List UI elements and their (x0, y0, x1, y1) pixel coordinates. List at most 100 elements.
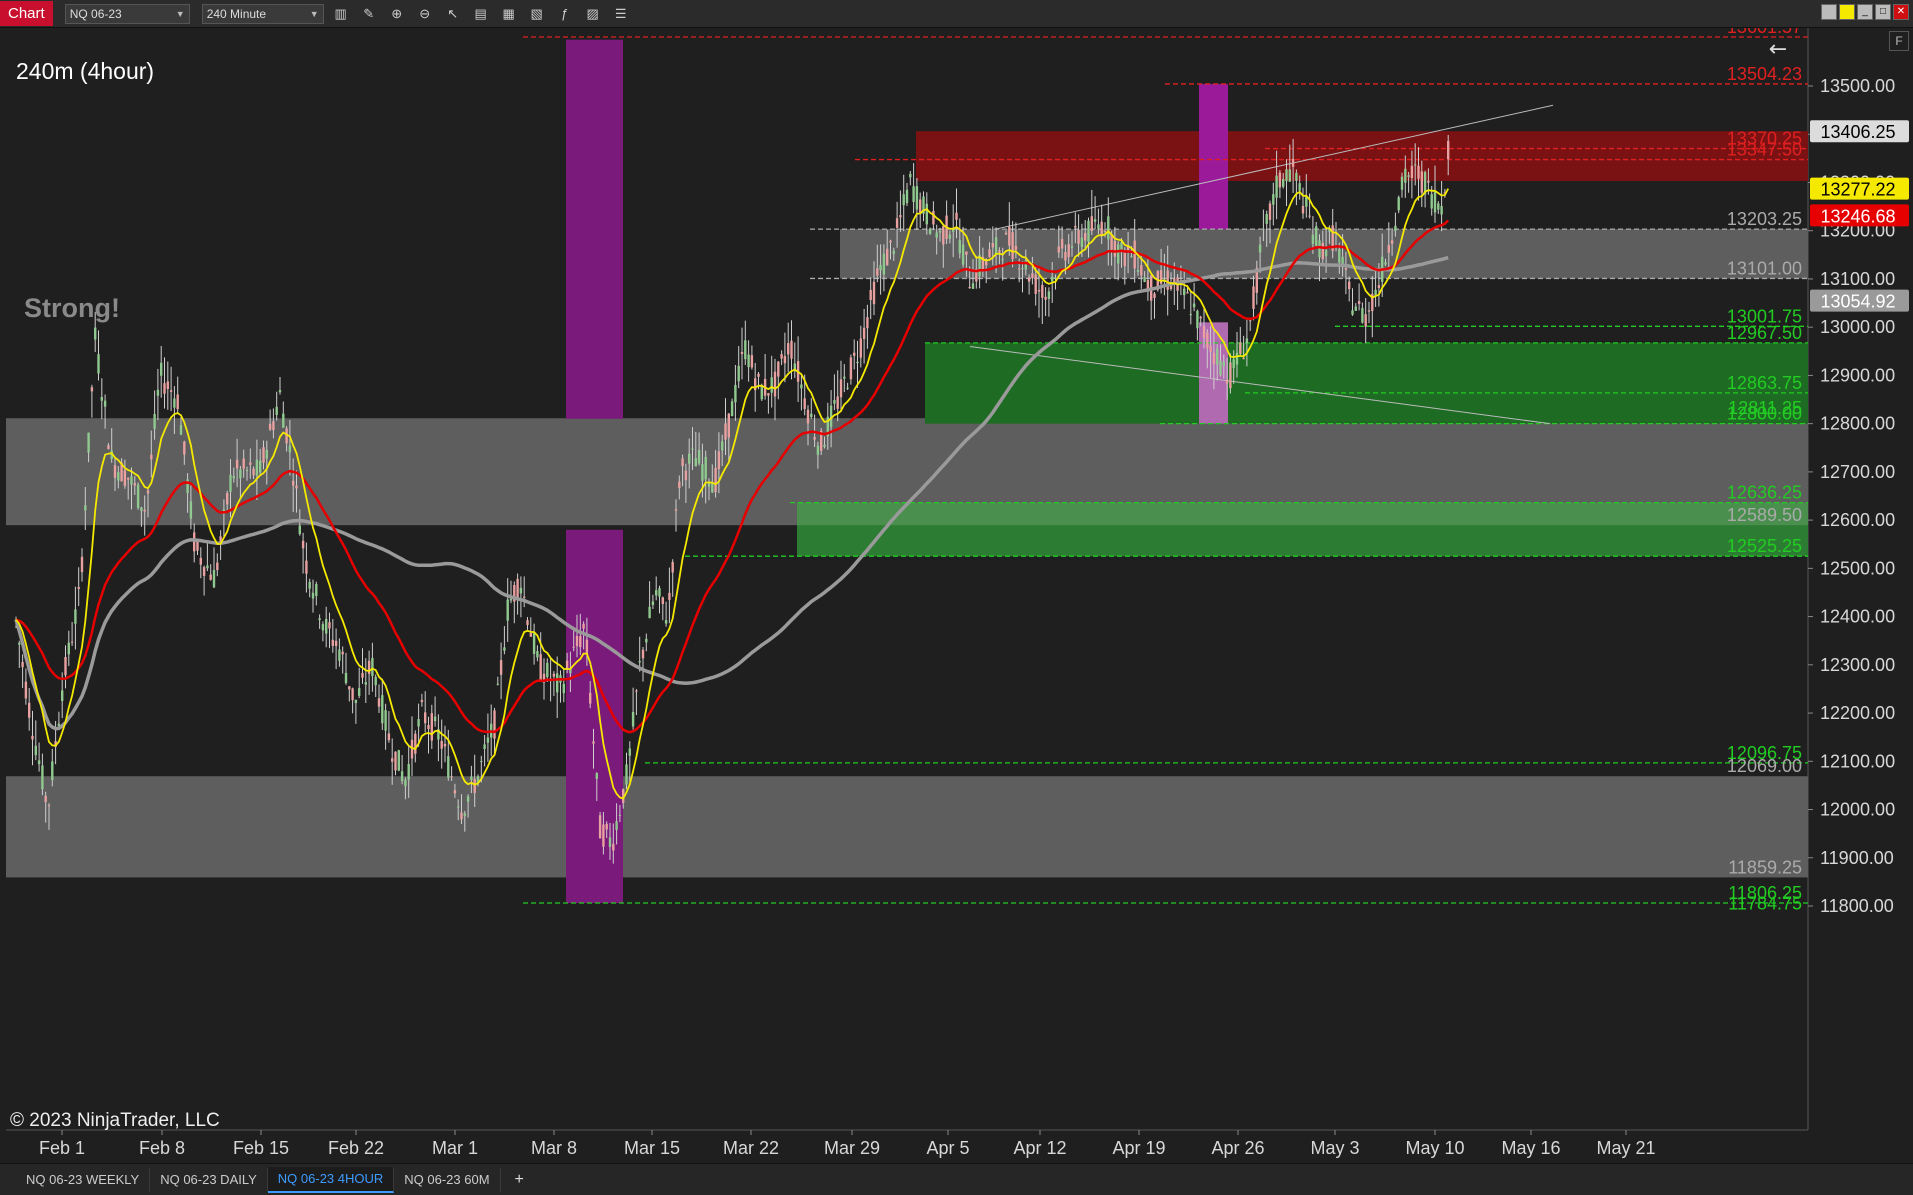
add-tab-button[interactable]: + (505, 1168, 534, 1192)
color-link-icon[interactable] (1839, 4, 1855, 20)
level-label: 12967.50 (1727, 323, 1802, 343)
candle-body (1060, 238, 1064, 249)
candle-body (532, 633, 536, 654)
candle-body (919, 199, 922, 213)
candle-body (374, 676, 377, 686)
candle-body (74, 609, 77, 624)
candle-body (315, 584, 318, 597)
candle-body (582, 623, 585, 629)
candle-body (1097, 224, 1100, 229)
y-tick-label: 11900.00 (1820, 848, 1894, 868)
candle-body (259, 460, 262, 473)
minimize-icon[interactable]: _ (1857, 4, 1873, 20)
price-chart[interactable]: 13500.0013400.0013300.0013200.0013100.00… (0, 28, 1913, 1163)
candle-body (292, 480, 295, 486)
candle-body (730, 401, 734, 417)
candle-body (1117, 244, 1120, 264)
candle-body (127, 477, 130, 480)
candle-body (608, 837, 612, 847)
candle-body (24, 681, 28, 699)
candle-body (1245, 338, 1249, 344)
candle-body (704, 456, 707, 480)
candle-body (173, 398, 176, 408)
candle-body (678, 481, 681, 489)
candle-body (31, 735, 34, 740)
y-tick-label: 13000.00 (1820, 317, 1895, 337)
chart-menu-button[interactable]: Chart (0, 1, 53, 26)
strategies-icon[interactable]: ▨ (582, 4, 604, 24)
candle-body (701, 464, 704, 481)
candle-body (912, 186, 915, 202)
chart-panel[interactable]: 13500.0013400.0013300.0013200.0013100.00… (0, 28, 1913, 1163)
candle-body (480, 760, 483, 762)
templates-icon[interactable]: ▧ (526, 4, 548, 24)
arrow-left-icon: ← (1769, 37, 1787, 62)
tab-weekly[interactable]: NQ 06-23 WEEKLY (16, 1167, 151, 1192)
candle-body (18, 642, 21, 645)
candle-body (503, 647, 506, 651)
candle-body (843, 376, 846, 379)
pointer-icon[interactable]: ↖ (442, 4, 464, 24)
candle-body (417, 719, 420, 727)
data-box-icon[interactable]: ▤ (470, 4, 492, 24)
candle-body (1064, 252, 1067, 261)
y-tick-label: 12500.00 (1820, 558, 1895, 578)
tab-daily[interactable]: NQ 06-23 DAILY (150, 1167, 268, 1192)
candle-body (849, 357, 853, 380)
candle-body (371, 657, 374, 677)
properties-icon[interactable]: ☰ (610, 4, 632, 24)
candle-body (394, 751, 397, 771)
candle-body (1308, 215, 1311, 217)
instrument-selector[interactable]: NQ 06-23 ▼ (64, 3, 190, 24)
zoom-out-icon[interactable]: ⊖ (414, 4, 436, 24)
candle-body (1295, 172, 1298, 181)
candle-body (991, 243, 994, 248)
candle-body (1087, 220, 1090, 242)
candle-body (295, 485, 298, 489)
candle-body (777, 361, 780, 377)
link-icon[interactable] (1821, 4, 1837, 20)
zoom-in-icon[interactable]: ⊕ (386, 4, 408, 24)
candle-body (651, 601, 655, 606)
candle-body (1427, 180, 1430, 183)
x-tick-label: Mar 1 (432, 1138, 478, 1158)
candle-body (1447, 140, 1450, 159)
candle-body (334, 640, 338, 647)
candle-body (1348, 281, 1351, 290)
bar-type-icon[interactable]: ▥ (330, 4, 352, 24)
candle-body (1420, 171, 1423, 193)
level-label: 12589.50 (1727, 505, 1802, 525)
candle-body (1080, 237, 1084, 248)
candle-body (1034, 274, 1037, 294)
drawing-tool-icon[interactable]: ✎ (358, 4, 380, 24)
maximize-icon[interactable]: □ (1875, 4, 1891, 20)
candle-body (404, 779, 407, 787)
candle-body (1318, 240, 1321, 258)
candle-body (193, 532, 196, 552)
tab-4hour[interactable]: NQ 06-23 4HOUR (267, 1166, 395, 1193)
candle-body (183, 441, 186, 455)
candle-body (770, 377, 773, 393)
candle-body (631, 711, 635, 727)
candle-body (275, 406, 278, 415)
candle-body (1285, 169, 1288, 182)
chart-toolbar: Chart NQ 06-23 ▼ 240 Minute ▼ ▥ ✎ ⊕ ⊖ ↖ … (0, 0, 1913, 28)
interval-selector[interactable]: 240 Minute ▼ (201, 3, 324, 24)
candle-body (1235, 352, 1239, 365)
chart-annotation: Strong! (24, 293, 120, 323)
candle-body (1011, 232, 1014, 260)
chart-trader-icon[interactable]: ▦ (498, 4, 520, 24)
candle-body (483, 744, 486, 749)
candle-body (278, 390, 282, 393)
candle-body (1268, 203, 1272, 220)
f-button[interactable]: F (1889, 31, 1909, 51)
close-icon[interactable]: ✕ (1893, 4, 1909, 20)
candle-body (103, 400, 107, 407)
candle-body (196, 541, 199, 551)
candle-body (1057, 246, 1060, 253)
indicators-icon[interactable]: ƒ (554, 4, 576, 24)
tab-60m[interactable]: NQ 06-23 60M (394, 1167, 501, 1192)
candle-body (882, 253, 886, 275)
candle-body (364, 682, 367, 685)
candle-body (727, 413, 730, 438)
